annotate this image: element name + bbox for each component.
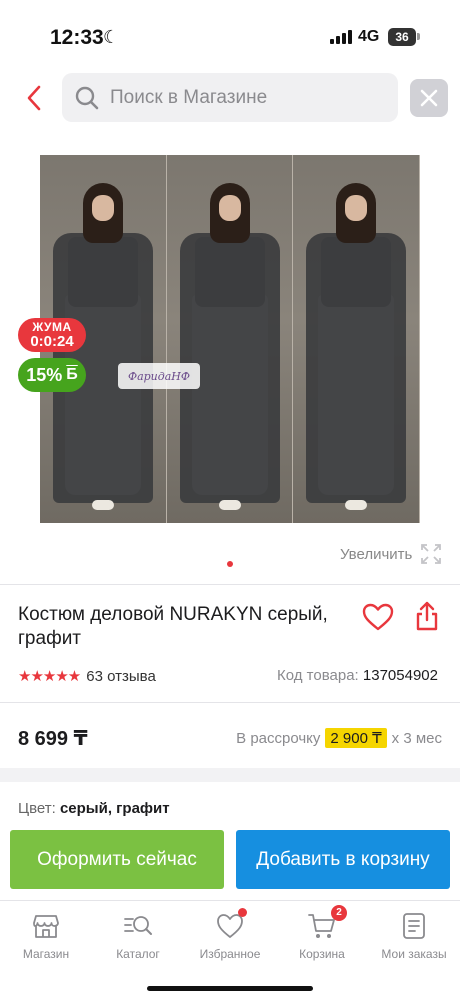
- countdown-timer: 0:0:24: [30, 333, 74, 350]
- tab-catalog[interactable]: Каталог: [92, 911, 184, 961]
- add-to-cart-button[interactable]: Добавить в корзину: [236, 830, 450, 889]
- top-shape: [67, 237, 138, 307]
- pants-shape: [318, 295, 395, 495]
- product-photo: [293, 155, 420, 523]
- product-code-value: 137054902: [362, 667, 438, 684]
- close-icon: [420, 89, 438, 107]
- zoom-button[interactable]: Увеличить: [340, 543, 442, 565]
- tab-label: Каталог: [116, 947, 160, 961]
- close-button[interactable]: [410, 79, 448, 117]
- signal-icon: [330, 30, 352, 44]
- product-code: Код товара: 137054902: [277, 667, 438, 684]
- face-shape: [218, 195, 241, 221]
- status-bar: 12:33 ☾ 4G 36: [0, 0, 460, 70]
- moon-icon: ☾: [103, 27, 120, 47]
- rating-row[interactable]: ★★★★★ 63 отзыва: [18, 667, 156, 686]
- product-image-gallery[interactable]: ФаридаНФ: [40, 155, 420, 523]
- product-code-label: Код товара:: [277, 667, 359, 684]
- bottom-tab-bar: Магазин Каталог Избранное 2 Корзина Мои …: [0, 900, 460, 1000]
- product-photo: [166, 155, 294, 523]
- section-separator: [0, 768, 460, 782]
- installment-prefix: В рассрочку: [236, 729, 321, 747]
- clock: 12:33: [50, 26, 104, 49]
- search-header: [0, 72, 460, 124]
- face-shape: [91, 195, 114, 221]
- network-type: 4G: [358, 28, 380, 45]
- color-info: Цвет: серый, графит: [18, 800, 170, 817]
- price: 8 699 ₸: [18, 728, 88, 750]
- share-button[interactable]: [414, 600, 440, 632]
- discount-value: 15%: [26, 364, 63, 385]
- color-label: Цвет:: [18, 800, 56, 817]
- catalog-search-icon: [124, 916, 152, 935]
- installment-amount: 2 900 ₸: [325, 728, 387, 748]
- battery-icon: 36: [388, 28, 416, 46]
- heart-icon: [362, 603, 394, 631]
- search-icon: [75, 86, 99, 109]
- back-button[interactable]: [22, 84, 46, 112]
- gallery-pager-dot[interactable]: [227, 561, 233, 567]
- zoom-label: Увеличить: [340, 545, 413, 563]
- bonus-icon: Б: [66, 366, 78, 383]
- star-rating-icon: ★★★★★: [18, 668, 81, 685]
- color-value: серый, графит: [59, 800, 170, 817]
- friday-label: ЖУМА: [32, 320, 72, 334]
- shoe-shape: [91, 500, 114, 510]
- divider: [0, 702, 460, 703]
- installment-offer[interactable]: В рассрочку 2 900 ₸ х 3 мес: [236, 728, 442, 748]
- product-title: Костюм деловой NURAKYN серый, графит: [18, 604, 328, 649]
- tab-store[interactable]: Магазин: [0, 911, 92, 961]
- pants-shape: [191, 295, 268, 495]
- top-shape: [321, 237, 392, 307]
- divider: [0, 584, 460, 585]
- shoe-shape: [218, 500, 241, 510]
- tab-favorites[interactable]: Избранное: [184, 908, 276, 961]
- heart-icon: [217, 914, 243, 938]
- face-shape: [345, 195, 368, 221]
- store-icon: [33, 915, 59, 938]
- tab-orders[interactable]: Мои заказы: [368, 911, 460, 961]
- tab-label: Мои заказы: [381, 947, 447, 961]
- reviews-count: 63 отзыва: [86, 667, 156, 685]
- battery-tip: [417, 33, 420, 40]
- search-input[interactable]: [110, 86, 370, 109]
- installment-suffix: х 3 мес: [391, 729, 442, 747]
- home-indicator: [147, 986, 313, 991]
- discount-badge: 15% Б: [18, 358, 86, 392]
- notification-dot: [238, 908, 247, 917]
- search-field[interactable]: [62, 73, 398, 122]
- shoe-shape: [345, 500, 368, 510]
- cart-badge: 2: [331, 905, 347, 921]
- tab-label: Избранное: [199, 947, 261, 961]
- orders-icon: [403, 913, 425, 939]
- tab-label: Магазин: [22, 947, 70, 961]
- expand-icon: [421, 544, 442, 564]
- order-now-button[interactable]: Оформить сейчас: [10, 830, 224, 889]
- share-icon: [416, 601, 438, 631]
- favorite-button[interactable]: [362, 603, 394, 631]
- chevron-left-icon: [27, 85, 41, 111]
- friday-sale-badge: ЖУМА 0:0:24: [18, 318, 86, 352]
- top-shape: [194, 237, 265, 307]
- tab-cart[interactable]: 2 Корзина: [276, 905, 368, 961]
- seller-watermark: ФаридаНФ: [118, 363, 200, 389]
- tab-label: Корзина: [299, 947, 345, 961]
